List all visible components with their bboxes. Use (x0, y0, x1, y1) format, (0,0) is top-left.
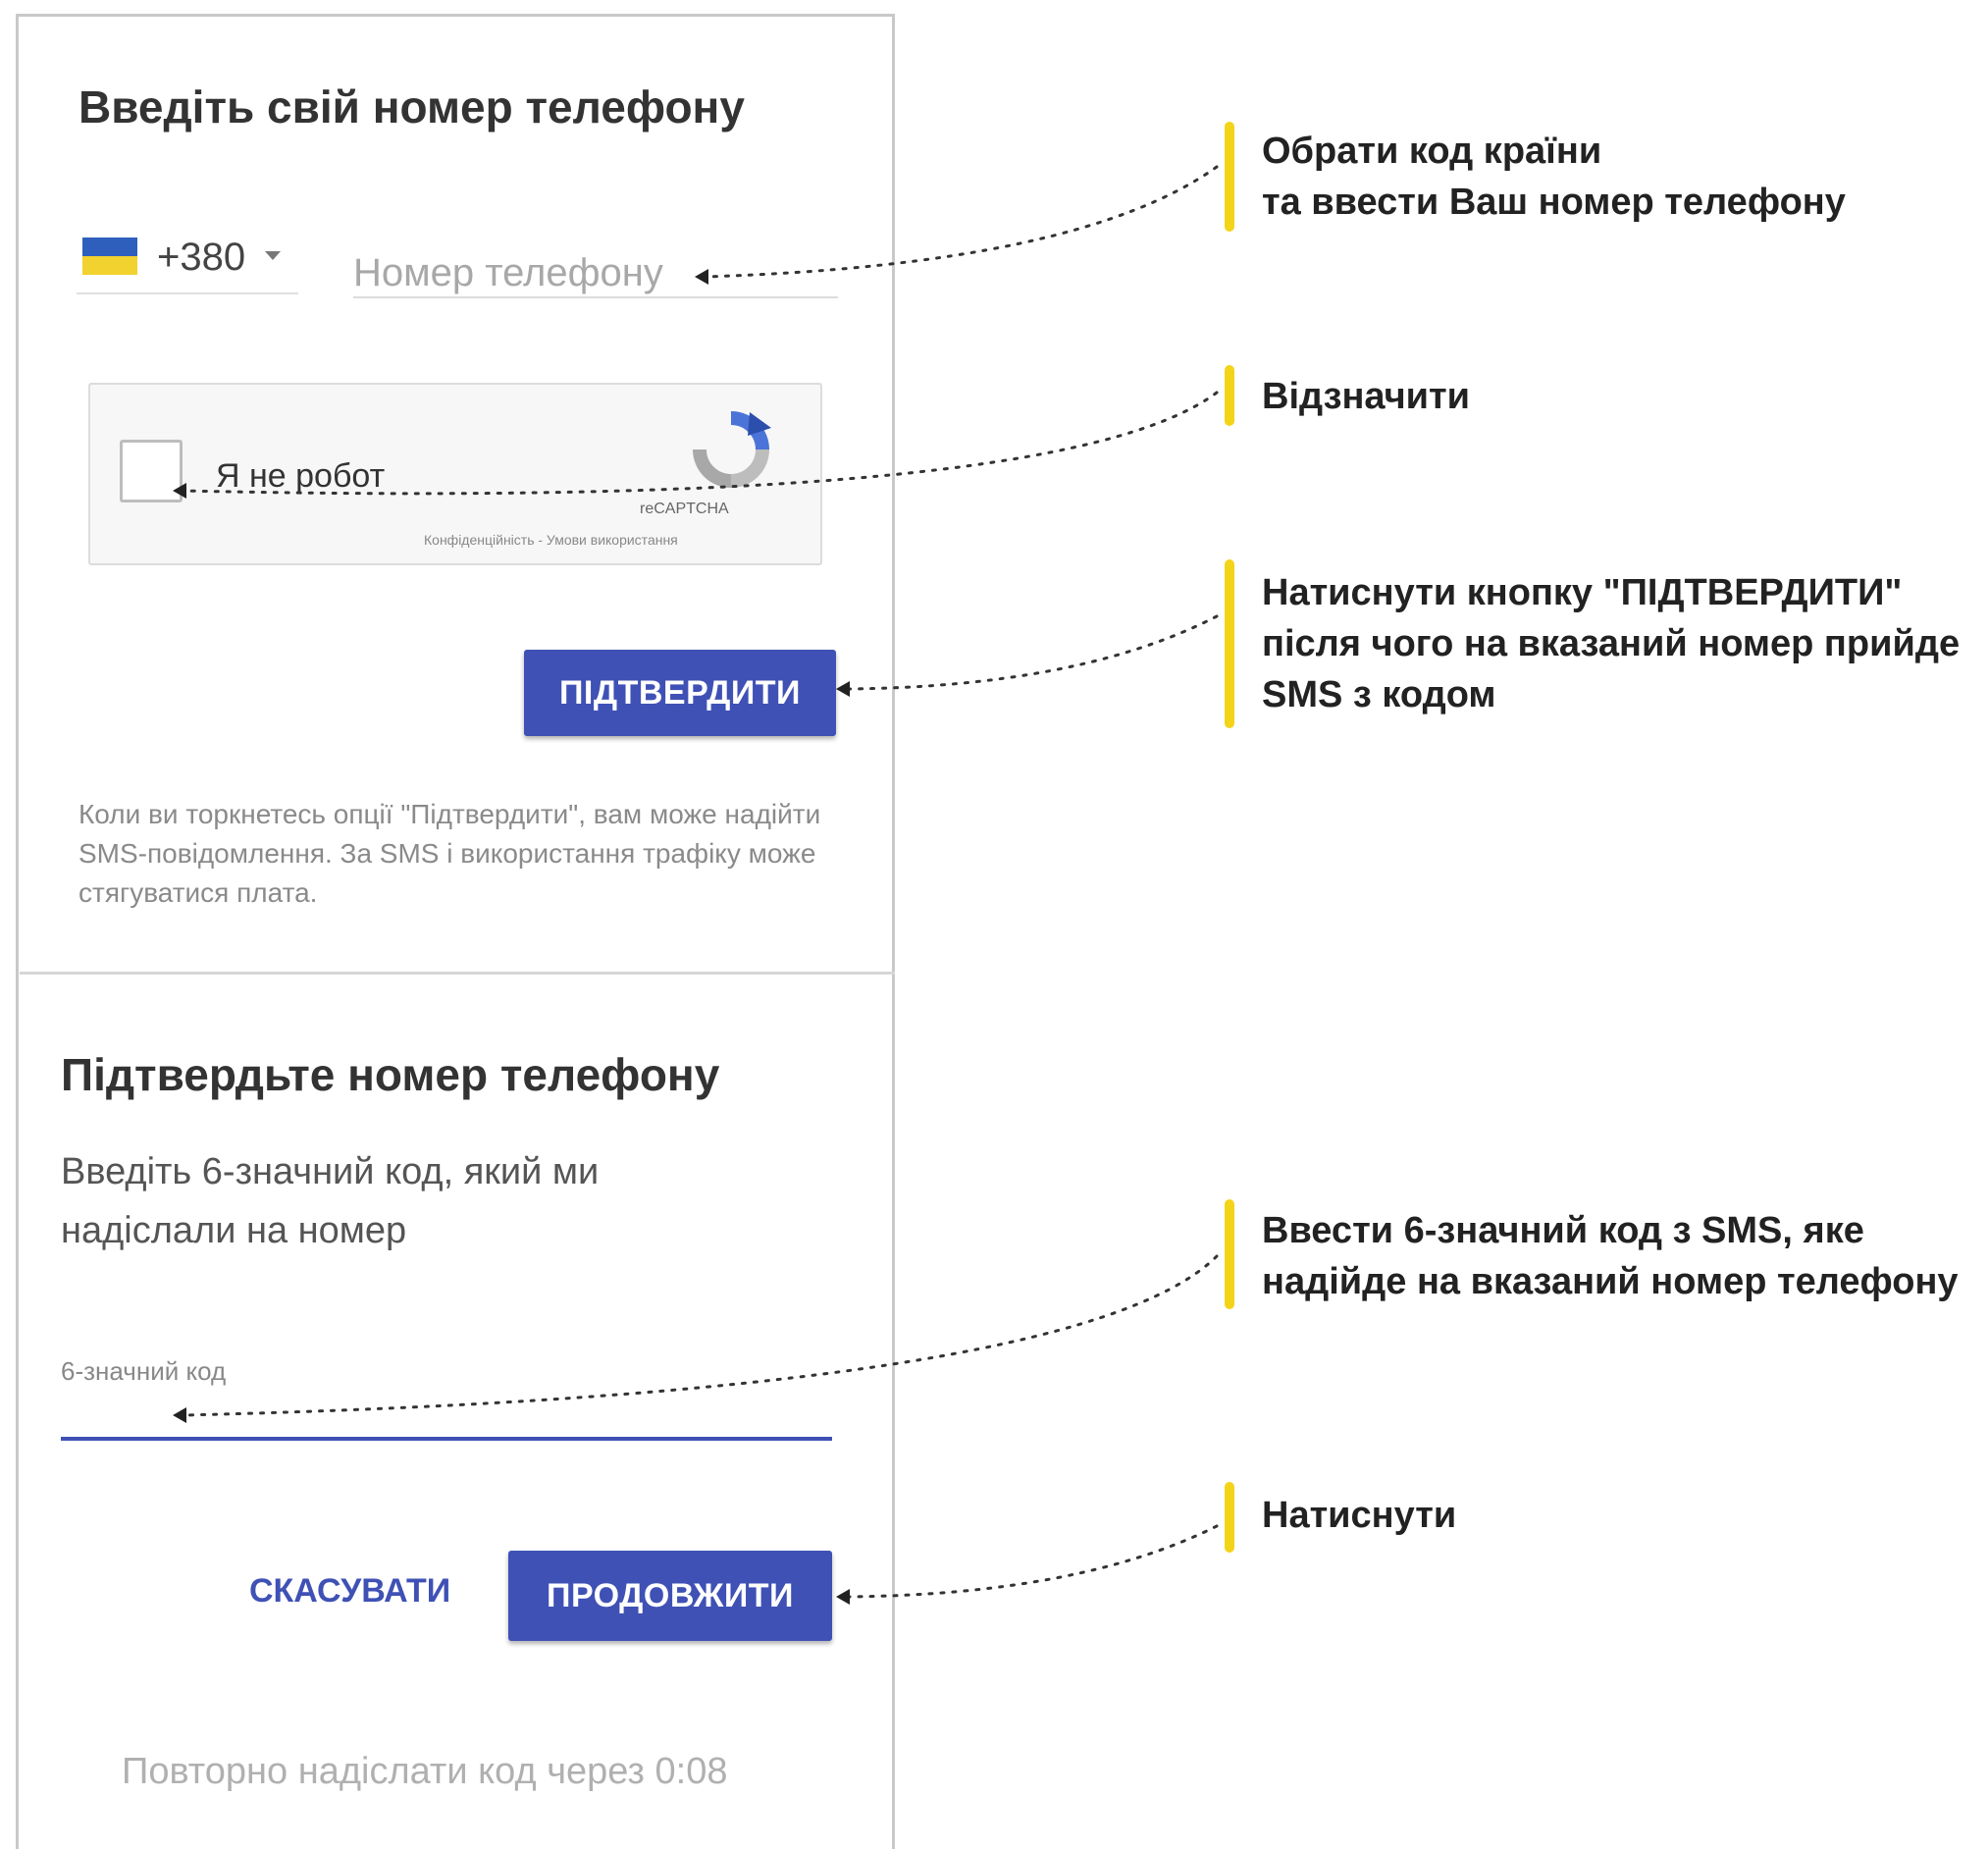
arrow-pointer-icon (173, 483, 186, 499)
arrow-pointer-icon (695, 269, 708, 285)
arrow-pointer-icon (836, 681, 850, 697)
arrow-pointer-icon (836, 1589, 850, 1605)
annotation-arrows (173, 165, 1219, 1605)
arrow-pointer-icon (173, 1407, 186, 1423)
